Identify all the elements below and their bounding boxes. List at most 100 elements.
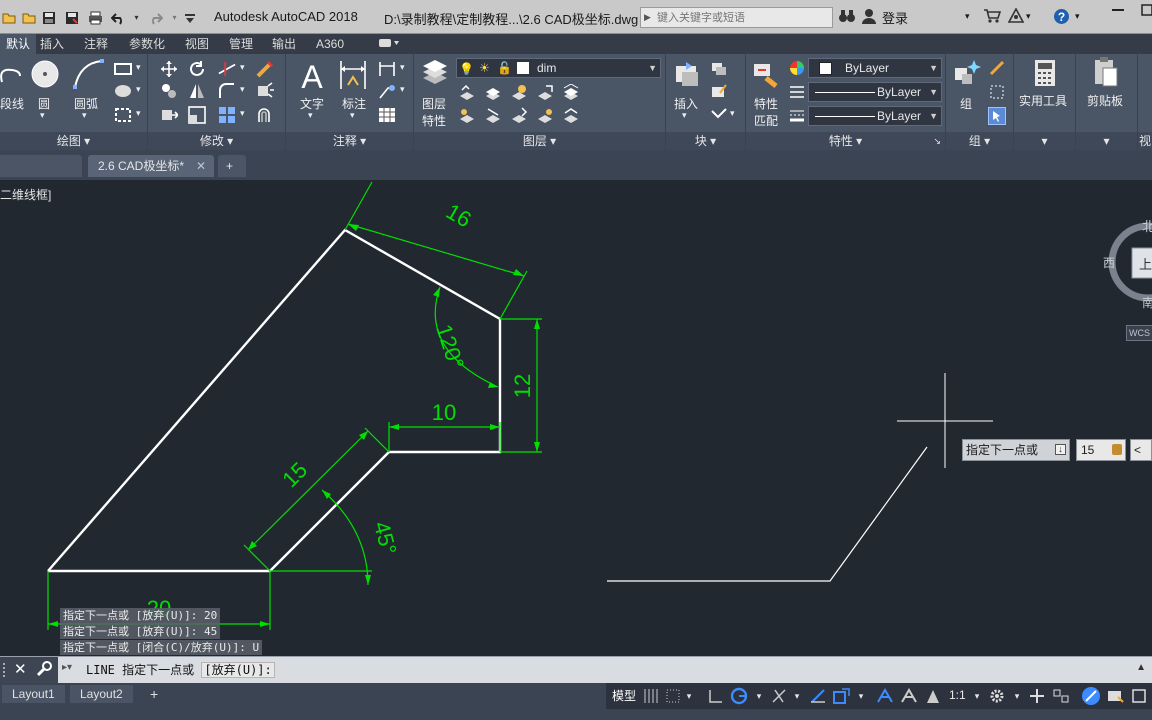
linear-dim-dropdown-icon[interactable]: ▾ — [400, 62, 405, 73]
login-dropdown-icon[interactable]: ▾ — [965, 11, 970, 22]
boundary-icon[interactable] — [114, 106, 132, 124]
leader-dropdown-icon[interactable]: ▾ — [400, 84, 405, 95]
lineweight-dropdown-icon[interactable]: ▼ — [929, 107, 938, 125]
group-icon[interactable] — [952, 58, 982, 88]
match-properties-label-2[interactable]: 匹配 — [754, 112, 778, 129]
layer-tool-6-icon[interactable] — [458, 106, 476, 124]
object-snap-dropdown-icon[interactable]: ▾ — [852, 687, 870, 705]
tab-view[interactable]: 视图 — [179, 34, 215, 54]
panel-view-title[interactable]: 视 — [1138, 132, 1152, 150]
open-file-icon[interactable] — [0, 9, 17, 26]
undo-icon[interactable] — [110, 9, 127, 26]
command-close-icon[interactable]: ✕ — [14, 660, 27, 678]
ortho-icon[interactable] — [706, 687, 724, 705]
color-wheel-icon[interactable] — [788, 59, 806, 77]
tab-default[interactable]: 默认 — [0, 34, 37, 54]
drawing-canvas[interactable]: 二维线框] 16 120° 12 10 15 45° 指定下一点或 [放弃(U)… — [0, 180, 1152, 656]
fillet-icon[interactable] — [218, 82, 236, 100]
panel-annotation-title[interactable]: 注释 ▾ — [286, 132, 413, 150]
layer-tool-1-icon[interactable] — [458, 83, 476, 101]
units-icon[interactable] — [1052, 687, 1070, 705]
binoculars-icon[interactable] — [838, 8, 856, 27]
move-icon[interactable] — [160, 60, 178, 78]
lineweight-select[interactable]: ByLayer ▼ — [808, 106, 942, 126]
annotation-scale-icon[interactable] — [924, 687, 942, 705]
dynamic-input-angle-field[interactable]: < — [1130, 439, 1152, 461]
group-label[interactable]: 组 — [960, 95, 972, 112]
viewcube-north[interactable]: 北 — [1142, 216, 1152, 235]
layer-tool-7-icon[interactable] — [484, 106, 502, 124]
panel-draw-title[interactable]: 绘图 ▾ — [0, 132, 147, 150]
boundary-dropdown-icon[interactable]: ▾ — [136, 108, 141, 119]
help-dropdown-icon[interactable]: ▾ — [1075, 11, 1080, 22]
panel-groups-title[interactable]: 组 ▾ — [946, 132, 1013, 150]
circle-dropdown-icon[interactable]: ▾ — [40, 110, 45, 121]
isodraft-icon[interactable] — [770, 687, 788, 705]
ungroup-icon[interactable] — [988, 59, 1006, 77]
save-as-icon[interactable] — [63, 9, 80, 26]
command-grip-icon[interactable] — [3, 663, 7, 677]
linear-dim-icon[interactable] — [378, 60, 396, 78]
hatch-dropdown-icon[interactable]: ▾ — [136, 84, 141, 95]
panel-utilities-footer[interactable]: ▾ — [1014, 132, 1075, 150]
annotation-visibility-icon[interactable] — [876, 687, 894, 705]
login-link[interactable]: 登录 — [882, 8, 908, 27]
rectangle-icon[interactable] — [114, 60, 132, 78]
search-expand-icon[interactable]: ▶ — [644, 12, 651, 23]
match-properties-label-1[interactable]: 特性 — [754, 95, 778, 112]
hardware-acceleration-icon[interactable] — [1106, 687, 1124, 705]
rectangle-dropdown-icon[interactable]: ▾ — [136, 62, 141, 73]
isolate-objects-icon[interactable] — [1082, 687, 1100, 705]
dynamic-input-length-field[interactable]: 15 — [1076, 439, 1126, 461]
lineweight-icon[interactable] — [788, 107, 806, 125]
panel-block-title[interactable]: 块 ▾ — [666, 132, 745, 150]
insert-dropdown-icon[interactable]: ▾ — [682, 110, 687, 121]
clipboard-label[interactable]: 剪贴板 — [1087, 92, 1123, 109]
document-tab-active[interactable]: 2.6 CAD极坐标* ✕ — [88, 155, 214, 177]
text-icon[interactable]: A — [298, 58, 326, 92]
scale-icon[interactable] — [188, 106, 206, 124]
trim-icon[interactable] — [218, 60, 236, 78]
wcs-badge[interactable]: WCS — [1126, 325, 1152, 341]
linetype-dropdown-icon[interactable]: ▼ — [929, 83, 938, 101]
layer-tool-4-icon[interactable] — [536, 83, 554, 101]
utilities-label[interactable]: 实用工具 — [1019, 92, 1067, 109]
color-select[interactable]: ByLayer ▼ — [808, 58, 942, 78]
model-space-button[interactable]: 模型 — [612, 687, 636, 704]
redo-icon[interactable] — [146, 9, 163, 26]
workspace-dropdown-icon[interactable]: ▾ — [1008, 687, 1026, 705]
polyline-icon[interactable] — [0, 62, 22, 88]
text-dropdown-icon[interactable]: ▾ — [308, 110, 313, 121]
array-dropdown-icon[interactable]: ▾ — [240, 108, 245, 119]
match-properties-icon[interactable] — [752, 60, 782, 90]
mirror-icon[interactable] — [188, 82, 206, 100]
start-tab[interactable] — [0, 155, 82, 177]
tab-parametric[interactable]: 参数化 — [123, 34, 171, 54]
viewcube-top-face[interactable]: 上 — [1139, 254, 1152, 273]
command-customize-icon[interactable] — [36, 661, 52, 680]
tab-output[interactable]: 输出 — [266, 34, 302, 54]
autodesk-exchange-icon[interactable] — [1007, 7, 1025, 27]
linetype-select[interactable]: ByLayer ▼ — [808, 82, 942, 102]
stretch-icon[interactable] — [160, 106, 178, 124]
dynamic-input-options-icon[interactable]: ↓ — [1055, 444, 1066, 455]
offset-icon[interactable] — [256, 106, 274, 124]
layout2-tab[interactable]: Layout2 — [70, 685, 133, 703]
minimize-icon[interactable] — [1103, 0, 1133, 20]
dimension-icon[interactable] — [338, 59, 368, 91]
polyline-label[interactable]: 段线 — [0, 95, 24, 112]
restore-icon[interactable] — [1132, 0, 1152, 20]
fillet-dropdown-icon[interactable]: ▾ — [240, 84, 245, 95]
table-icon[interactable] — [378, 106, 396, 124]
annotation-scale-value[interactable]: 1:1 — [949, 688, 966, 702]
arc-icon[interactable] — [72, 59, 104, 89]
layer-tool-10-icon[interactable] — [562, 106, 580, 124]
explode-icon[interactable] — [256, 82, 274, 100]
command-line[interactable]: ✕ ▸▾ LINE 指定下一点或 [放弃(U)]: ▲ — [0, 656, 1152, 683]
copy-icon[interactable] — [160, 82, 178, 100]
group-selection-icon[interactable] — [988, 107, 1006, 125]
print-icon[interactable] — [87, 9, 104, 26]
create-block-icon[interactable] — [710, 60, 728, 78]
help-icon[interactable]: ? — [1053, 8, 1070, 28]
color-dropdown-icon[interactable]: ▼ — [929, 59, 938, 77]
